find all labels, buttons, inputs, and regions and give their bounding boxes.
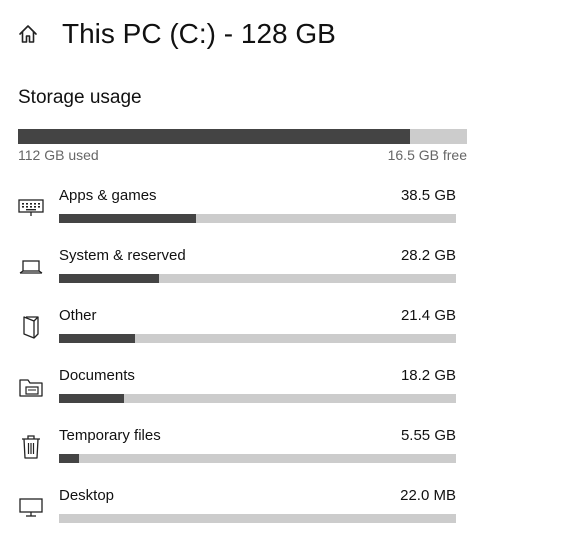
category-label: Desktop	[59, 487, 115, 504]
category-label: Temporary files	[59, 427, 161, 444]
category-label: System & reserved	[59, 247, 186, 264]
category-size: 38.5 GB	[400, 187, 456, 204]
category-size: 5.55 GB	[400, 427, 456, 444]
category-other[interactable]: Other 21.4 GB	[0, 306, 470, 362]
monitor-icon	[18, 494, 44, 520]
used-space-label: 112 GB used	[18, 147, 99, 163]
category-desktop[interactable]: Desktop 22.0 MB	[0, 486, 470, 542]
category-apps-games[interactable]: Apps & games 38.5 GB	[0, 186, 470, 242]
category-usage-bar-fill	[59, 214, 196, 223]
category-system-reserved[interactable]: System & reserved 28.2 GB	[0, 246, 470, 302]
storage-usage-heading: Storage usage	[18, 87, 142, 108]
category-usage-bar-fill	[59, 274, 160, 283]
category-label: Documents	[59, 367, 135, 384]
category-size: 21.4 GB	[400, 307, 456, 324]
home-icon	[17, 23, 39, 45]
trash-icon	[18, 434, 44, 460]
category-usage-bar	[59, 334, 456, 343]
category-temporary-files[interactable]: Temporary files 5.55 GB	[0, 426, 470, 482]
category-usage-bar-fill	[59, 454, 79, 463]
category-label: Apps & games	[59, 187, 157, 204]
category-size: 28.2 GB	[400, 247, 456, 264]
page-title: This PC (C:) - 128 GB	[62, 18, 336, 49]
category-size: 22.0 MB	[400, 487, 456, 504]
category-usage-bar	[59, 514, 456, 523]
category-usage-bar	[59, 214, 456, 223]
category-usage-bar	[59, 454, 456, 463]
category-usage-bar	[59, 274, 456, 283]
keyboard-icon	[18, 194, 44, 220]
category-usage-bar	[59, 394, 456, 403]
category-usage-bar-fill	[59, 394, 124, 403]
category-documents[interactable]: Documents 18.2 GB	[0, 366, 470, 422]
other-files-icon	[18, 314, 44, 340]
home-button[interactable]	[14, 20, 42, 48]
free-space-label: 16.5 GB free	[387, 147, 467, 163]
category-usage-bar-fill	[59, 334, 135, 343]
total-storage-bar-fill	[18, 129, 410, 144]
category-size: 18.2 GB	[400, 367, 456, 384]
laptop-icon	[18, 254, 44, 280]
total-storage-bar[interactable]	[18, 129, 467, 144]
folder-icon	[18, 374, 44, 400]
category-label: Other	[59, 307, 97, 324]
